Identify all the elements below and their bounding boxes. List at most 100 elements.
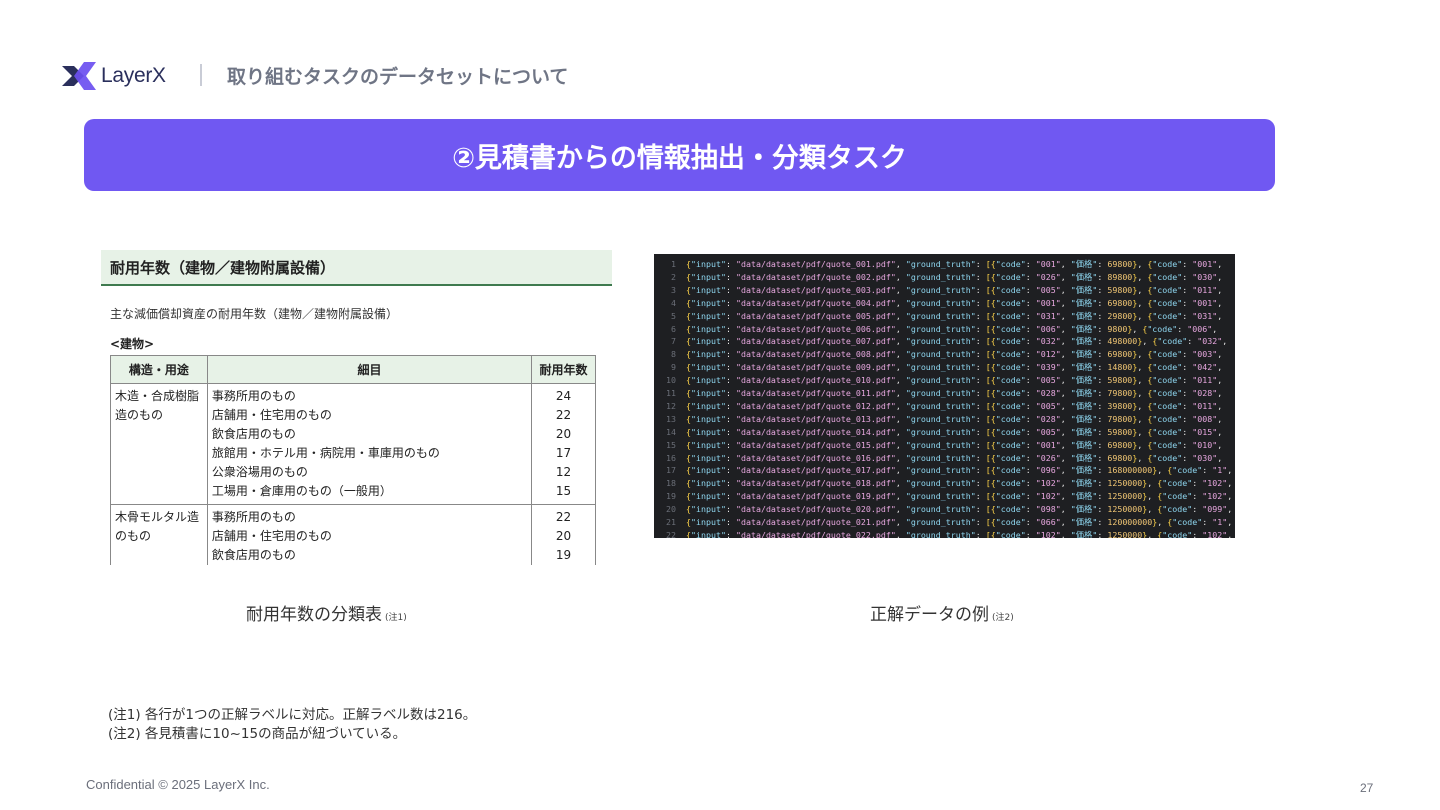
years-cell: 24 22 20 17 12 15 bbox=[531, 383, 596, 505]
code-line: 16 {"input": "data/dataset/pdf/quote_016.… bbox=[654, 452, 1227, 465]
years-value: 15 bbox=[555, 484, 572, 498]
input-path: "data/dataset/pdf/quote_014.pdf" bbox=[735, 426, 896, 437]
code-value: "006" bbox=[1035, 323, 1061, 334]
code-line: 20 {"input": "data/dataset/pdf/quote_020.… bbox=[654, 503, 1235, 516]
code-value: "011" bbox=[1192, 400, 1218, 411]
json-key: "code" bbox=[1152, 375, 1183, 386]
json-key: "価格" bbox=[1070, 297, 1098, 308]
code-value: "102" bbox=[1202, 491, 1228, 502]
line-number: 11 bbox=[666, 388, 676, 398]
json-key: "input" bbox=[691, 349, 726, 360]
code-value: "102" bbox=[1035, 478, 1061, 489]
json-key: "code" bbox=[995, 478, 1026, 489]
code-value: "028" bbox=[1035, 388, 1061, 398]
code-value: "099" bbox=[1202, 504, 1228, 515]
input-path: "data/dataset/pdf/quote_021.pdf" bbox=[735, 517, 896, 527]
line-number: 14 bbox=[666, 426, 676, 437]
input-path: "data/dataset/pdf/quote_015.pdf" bbox=[735, 439, 896, 450]
task-banner: ②見積書からの情報抽出・分類タスク bbox=[84, 119, 1275, 191]
detail-text: 飲食店用のもの bbox=[211, 427, 296, 441]
input-path: "data/dataset/pdf/quote_007.pdf" bbox=[735, 336, 896, 347]
right-caption: 正解データの例 (注2) bbox=[870, 600, 1014, 625]
structure-text: 木骨モルタル造 bbox=[115, 510, 200, 524]
price-value: 79800 bbox=[1107, 413, 1133, 424]
input-path: "data/dataset/pdf/quote_013.pdf" bbox=[735, 413, 896, 424]
input-path: "data/dataset/pdf/quote_010.pdf" bbox=[735, 375, 896, 386]
line-number: 9 bbox=[671, 362, 676, 373]
code-value: "001" bbox=[1035, 439, 1061, 450]
code-value: "026" bbox=[1035, 452, 1061, 463]
json-key: "ground_truth" bbox=[905, 439, 976, 450]
line-number: 19 bbox=[666, 491, 676, 502]
code-value: "001" bbox=[1192, 297, 1218, 308]
section-title: 取り組むタスクのデータセットについて bbox=[227, 66, 569, 88]
json-key: "ground_truth" bbox=[905, 413, 976, 424]
price-value: 69800 bbox=[1107, 349, 1133, 360]
json-key: "ground_truth" bbox=[905, 426, 976, 437]
doc-title: 耐用年数（建物／建物附属設備） bbox=[101, 250, 612, 286]
json-key: "code" bbox=[1162, 478, 1193, 489]
price-value: 89800 bbox=[1107, 271, 1133, 282]
code-value: "001" bbox=[1035, 297, 1061, 308]
code-line: 17 {"input": "data/dataset/pdf/quote_017.… bbox=[654, 464, 1235, 477]
line-number: 10 bbox=[666, 375, 676, 386]
code-value: "008" bbox=[1192, 413, 1218, 424]
code-line: 4 {"input": "data/dataset/pdf/quote_004.p… bbox=[654, 297, 1227, 310]
json-key: "価格" bbox=[1070, 271, 1098, 282]
json-key: "ground_truth" bbox=[905, 478, 976, 489]
code-value: "005" bbox=[1035, 284, 1061, 295]
json-key: "code" bbox=[995, 323, 1026, 334]
code-value: "096" bbox=[1035, 465, 1061, 476]
json-key: "code" bbox=[995, 349, 1026, 360]
price-value: 120000000 bbox=[1107, 517, 1153, 527]
json-key: "ground_truth" bbox=[905, 336, 976, 347]
input-path: "data/dataset/pdf/quote_022.pdf" bbox=[735, 529, 896, 538]
input-path: "data/dataset/pdf/quote_019.pdf" bbox=[735, 491, 896, 502]
code-value: "102" bbox=[1035, 491, 1061, 502]
code-line: 22 {"input": "data/dataset/pdf/quote_022.… bbox=[654, 529, 1235, 538]
json-key: "code" bbox=[995, 297, 1026, 308]
code-value: "098" bbox=[1035, 504, 1061, 515]
json-key: "code" bbox=[1152, 297, 1183, 308]
code-value: "005" bbox=[1035, 400, 1061, 411]
json-key: "input" bbox=[691, 400, 726, 411]
code-line: 7 {"input": "data/dataset/pdf/quote_007.p… bbox=[654, 335, 1232, 348]
json-key: "code" bbox=[1147, 323, 1178, 334]
json-key: "code" bbox=[995, 336, 1026, 347]
price-value: 1250000 bbox=[1107, 491, 1143, 502]
input-path: "data/dataset/pdf/quote_006.pdf" bbox=[735, 323, 896, 334]
code-value: "010" bbox=[1192, 439, 1218, 450]
json-key: "code" bbox=[1152, 439, 1183, 450]
code-value: "030" bbox=[1192, 271, 1218, 282]
years-value: 22 bbox=[555, 408, 572, 422]
code-value: "026" bbox=[1035, 271, 1061, 282]
json-key: "input" bbox=[691, 310, 726, 321]
json-key: "input" bbox=[691, 517, 726, 527]
code-value: "012" bbox=[1035, 349, 1061, 360]
price-value: 59800 bbox=[1107, 284, 1133, 295]
code-line: 3 {"input": "data/dataset/pdf/quote_003.p… bbox=[654, 284, 1227, 297]
table-body: 木造・合成樹脂 造のもの 事務所用のもの 店舗用・住宅用のもの 飲食店用のもの 旅館用・ホ… bbox=[110, 383, 596, 565]
years-value: 22 bbox=[555, 510, 572, 524]
json-key: "ground_truth" bbox=[905, 297, 976, 308]
json-key: "価格" bbox=[1070, 517, 1098, 527]
structure-text: 造のもの bbox=[115, 408, 164, 422]
years-cell: 22 20 19 bbox=[531, 504, 596, 565]
code-value: "066" bbox=[1035, 517, 1061, 527]
code-value: "011" bbox=[1192, 284, 1218, 295]
detail-cell: 事務所用のもの 店舗用・住宅用のもの 飲食店用のもの bbox=[206, 504, 533, 565]
structure-text: のもの bbox=[115, 529, 152, 543]
price-value: 59800 bbox=[1107, 375, 1133, 386]
json-key: "code" bbox=[995, 491, 1026, 502]
code-line: 10 {"input": "data/dataset/pdf/quote_010.… bbox=[654, 374, 1227, 387]
json-key: "code" bbox=[1172, 465, 1203, 476]
code-line: 18 {"input": "data/dataset/pdf/quote_018.… bbox=[654, 477, 1235, 490]
doc-subtitle: 主な減価償却資産の耐用年数（建物／建物附属設備） bbox=[110, 307, 399, 321]
json-key: "input" bbox=[691, 465, 726, 476]
json-key: "code" bbox=[1162, 504, 1193, 515]
code-line: 5 {"input": "data/dataset/pdf/quote_005.p… bbox=[654, 310, 1227, 323]
json-key: "input" bbox=[691, 452, 726, 463]
json-key: "価格" bbox=[1070, 439, 1098, 450]
code-line: 19 {"input": "data/dataset/pdf/quote_019.… bbox=[654, 490, 1235, 503]
json-key: "価格" bbox=[1070, 349, 1098, 360]
